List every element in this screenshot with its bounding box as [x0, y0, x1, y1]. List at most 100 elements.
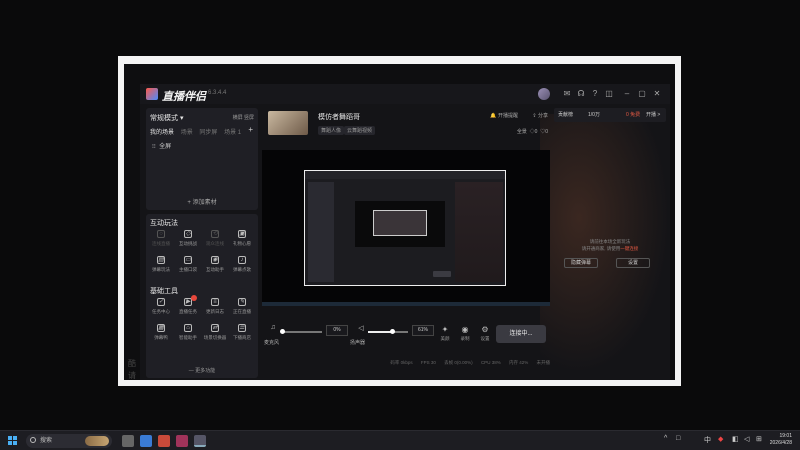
tool-audience-link[interactable]: ⟲ 观众连线: [202, 230, 228, 252]
tools-panel: 互动玩法 ○ 连线直播 ◇ 互动挑战 ⟲ 观众连线 ▣ 礼物心愿 ▤ 弹幕玩法 ▭ 主播口袋…: [146, 214, 258, 378]
room-cover[interactable]: [268, 111, 308, 135]
taskbar-clock[interactable]: 19:01 2026/4/28: [770, 433, 792, 447]
tool-task-center[interactable]: ✓ 任务中心: [148, 298, 174, 320]
inner-button: [433, 271, 451, 277]
tool-label: 正在直播: [233, 309, 251, 314]
stream-preview[interactable]: [262, 150, 550, 302]
app-version: 6.3.4.4: [208, 90, 227, 96]
mic-slider-track[interactable]: [282, 331, 322, 333]
tool-smart-assistant[interactable]: ⌂ 智能助手: [175, 324, 201, 346]
capture-frame: 直播伴侣 6.3.4.4 ✉ ☊ ? ◫ – ▢ ✕ 常规模式 ▾ 横屏 竖屏 …: [118, 56, 681, 386]
close-icon[interactable]: ✕: [652, 89, 662, 99]
speaker-icon[interactable]: ◁: [354, 324, 368, 332]
switch-icon: ⇄: [211, 324, 219, 332]
background-text-1: 酷: [128, 359, 136, 368]
taskbar-search[interactable]: 搜索: [26, 434, 112, 448]
tray-app-icon[interactable]: □: [676, 435, 680, 442]
record-label: 录制: [460, 336, 470, 341]
app-icon-2[interactable]: [158, 435, 170, 447]
tool-label: 更新日志: [206, 309, 224, 314]
open-link[interactable]: 开播 >: [646, 108, 660, 122]
speaker-slider-knob[interactable]: [390, 329, 395, 334]
tab-scene[interactable]: 场景: [181, 130, 193, 136]
tool-assistant[interactable]: ◉ 互动助手: [202, 256, 228, 278]
tab-scene-1[interactable]: 场景 1: [224, 130, 241, 136]
tab-my-scenes[interactable]: 我的场景: [150, 130, 174, 136]
tool-song-request[interactable]: ♪ 弹幕点歌: [229, 256, 255, 278]
reminder-button[interactable]: 🔔 开播提醒: [490, 112, 518, 119]
portrait-link[interactable]: 竖屏: [244, 115, 254, 121]
tag-category[interactable]: 舞蹈人像: [318, 126, 345, 135]
avatar[interactable]: [538, 88, 550, 100]
hide-danmaku-button[interactable]: 隐藏弹幕: [564, 258, 598, 268]
smart-icon: ⌂: [184, 324, 192, 332]
task-view-icon[interactable]: [122, 435, 134, 447]
skin-icon[interactable]: ◫: [604, 89, 614, 99]
tool-challenge[interactable]: ◇ 互动挑战: [175, 230, 201, 252]
tool-label: 互动助手: [206, 267, 224, 272]
tool-scene-switcher[interactable]: ⇄ 场景切换器: [202, 324, 228, 346]
battery-icon[interactable]: ⊞: [756, 435, 762, 443]
share-button[interactable]: ⇪ 分享: [532, 112, 548, 119]
scene-item-fullscreen[interactable]: ⁝⁝ 全屏: [152, 141, 171, 150]
record-button[interactable]: ◉ 录制: [458, 325, 472, 342]
add-source-button[interactable]: + 添加素材: [146, 197, 258, 206]
tool-store[interactable]: ☰ 下播商店: [229, 324, 255, 346]
comment-tip: 请前往本场全新玩法 请开通商家, 请使用一键连接: [554, 238, 666, 252]
settings-button[interactable]: ⚙ 设置: [478, 325, 492, 342]
status-dropped: 丢帧 0(0.00%): [444, 360, 473, 365]
tool-gift-wish[interactable]: ▣ 礼物心愿: [229, 230, 255, 252]
basic-tools-title: 基础工具: [150, 288, 178, 295]
tip-line1: 请前往本场全新玩法: [589, 239, 631, 244]
rank-label[interactable]: 贡献榜: [558, 108, 573, 122]
message-icon[interactable]: ✉: [562, 89, 572, 99]
right-panel: 贡献榜 1/0万 0 免费 开播 > 请前往本场全新玩法 请开通商家, 请使用一…: [554, 108, 666, 378]
more-features-link[interactable]: — 更多功能: [146, 367, 258, 374]
danmaku-settings-button[interactable]: 设置: [616, 258, 650, 268]
minimize-icon[interactable]: –: [622, 89, 632, 99]
tool-danmaku-play[interactable]: ▤ 弹幕玩法: [148, 256, 174, 278]
add-scene-icon[interactable]: +: [248, 125, 253, 134]
app-icon-3[interactable]: [176, 435, 188, 447]
store-icon: ☰: [238, 324, 246, 332]
tool-link-live[interactable]: ○ 连线直播: [148, 230, 174, 252]
stat-view: 全景: [516, 129, 527, 135]
beauty-button[interactable]: ✦ 美颜: [438, 325, 452, 342]
app-icon-1[interactable]: [140, 435, 152, 447]
tag-subcategory[interactable]: 云舞蹈视频: [344, 126, 376, 135]
win-tile: [8, 436, 12, 440]
ime-indicator[interactable]: 中: [704, 435, 711, 445]
rank-value: 1/0万: [588, 112, 600, 118]
tray-overflow-icon[interactable]: ^: [664, 435, 667, 442]
microphone-icon[interactable]: ♫: [266, 324, 280, 331]
help-icon[interactable]: ?: [590, 89, 600, 99]
maximize-icon[interactable]: ▢: [637, 89, 647, 99]
headset-icon[interactable]: ☊: [576, 89, 586, 99]
free-badge[interactable]: 0 免费: [626, 108, 640, 122]
mic-slider-knob[interactable]: [280, 329, 285, 334]
tray-red-icon[interactable]: ◆: [718, 435, 723, 443]
orientation-links: 横屏 竖屏: [233, 114, 254, 121]
tool-now-live[interactable]: ✎ 正在直播: [229, 298, 255, 320]
go-live-button[interactable]: 连接中...: [496, 325, 546, 343]
start-button[interactable]: [8, 436, 18, 446]
scene-tabs: 我的场景 场景 同步屏 场景 1: [150, 127, 246, 136]
tool-changelog[interactable]: ≡ 更新日志: [202, 298, 228, 320]
tool-danmaku-duck[interactable]: ▦ 弹幕鸭: [148, 324, 174, 346]
mode-selector[interactable]: 常规模式 ▾: [150, 113, 183, 123]
network-icon[interactable]: ◧: [732, 435, 739, 443]
tip-link[interactable]: 一键连接: [620, 246, 638, 251]
tool-label: 观众连线: [206, 241, 224, 246]
tool-pocket[interactable]: ▭ 主播口袋: [175, 256, 201, 278]
mic-volume-field[interactable]: 0%: [326, 325, 348, 336]
live-companion-taskbar-icon[interactable]: [194, 435, 206, 447]
background-text-2: 请: [128, 371, 136, 380]
tab-sync[interactable]: 同步屏: [199, 130, 217, 136]
room-title[interactable]: 模仿者舞蹈哥: [318, 112, 360, 122]
tool-live-task[interactable]: ▶ 直播任务: [175, 295, 201, 320]
landscape-link[interactable]: 横屏: [233, 115, 243, 121]
share-label: 分享: [537, 113, 548, 119]
inner-titlebar: [305, 171, 505, 179]
speaker-volume-field[interactable]: 61%: [412, 325, 434, 336]
volume-icon[interactable]: ◁: [744, 435, 749, 443]
